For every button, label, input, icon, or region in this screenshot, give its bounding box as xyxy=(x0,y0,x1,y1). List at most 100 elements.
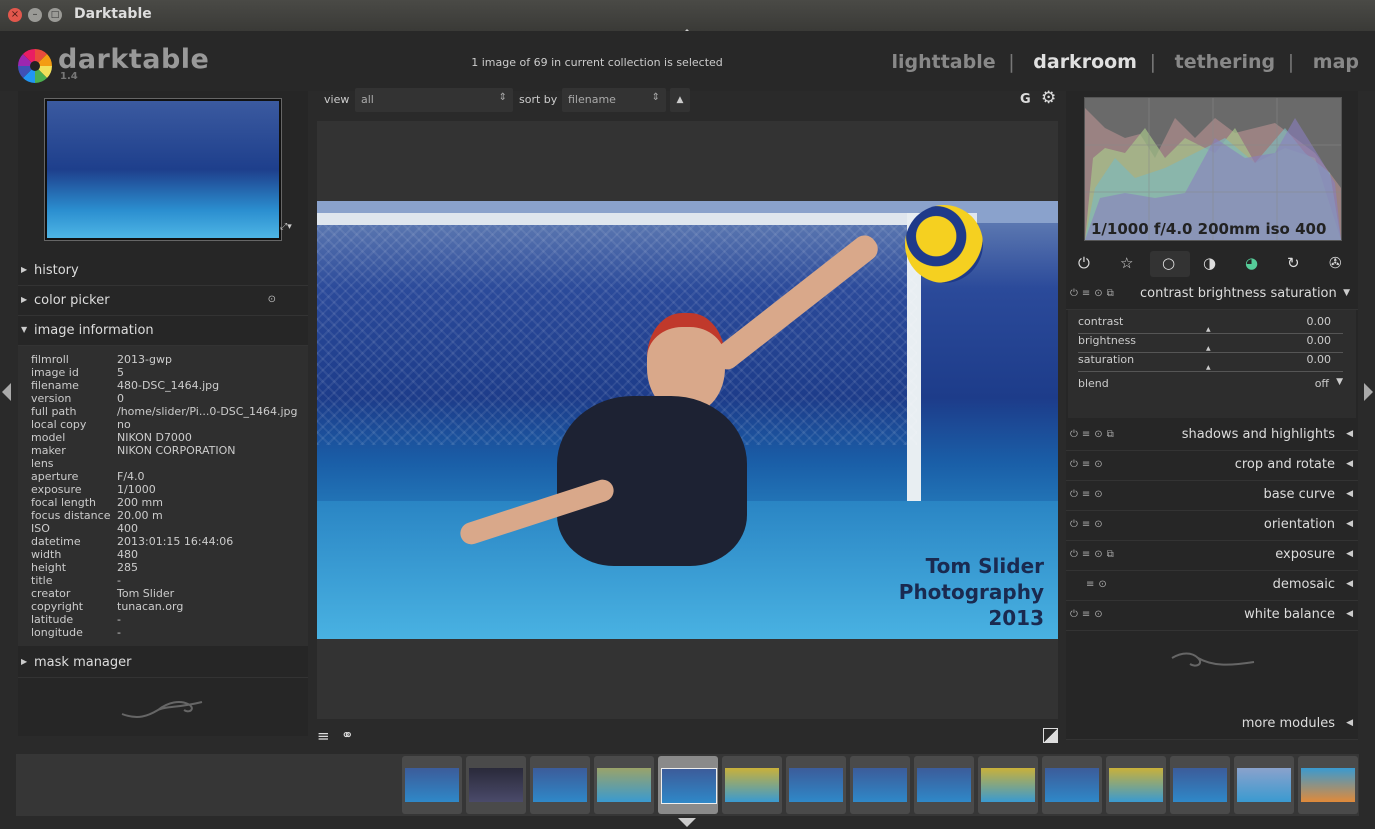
filmstrip-thumbnail[interactable] xyxy=(1298,756,1358,814)
image-info-key: aperture xyxy=(31,470,79,483)
ornament-icon xyxy=(1168,648,1258,676)
collection-status: 1 image of 69 in current collection is s… xyxy=(471,56,723,69)
image-info-value: - xyxy=(117,574,121,587)
slider-contrast[interactable]: contrast ▲ 0.00 xyxy=(1078,315,1343,334)
main-image[interactable]: Tom Slider Photography 2013 xyxy=(317,201,1058,639)
image-info-row: lens xyxy=(31,457,117,470)
module-controls-icon[interactable]: ⏻≡⊙⧉ xyxy=(1070,288,1118,299)
expand-arrow-icon: ▶ xyxy=(21,657,28,666)
collapse-left-arrow-icon[interactable] xyxy=(2,383,11,401)
module-controls-icon[interactable]: ⏻≡⊙ xyxy=(1070,519,1107,530)
section-color-picker[interactable]: ▶ color picker ⊙ xyxy=(18,287,308,316)
more-modules-button[interactable]: more modules ◀ xyxy=(1066,710,1358,740)
section-label: history xyxy=(34,263,79,278)
image-info-row: filename 480-DSC_1464.jpg xyxy=(31,379,219,392)
basic-group-circle-icon[interactable]: ○ xyxy=(1150,251,1190,277)
section-history[interactable]: ▶ history xyxy=(18,257,308,286)
filmstrip-thumbnail[interactable] xyxy=(850,756,910,814)
slider-saturation[interactable]: saturation ▲ 0.00 xyxy=(1078,353,1343,372)
image-info-key: version xyxy=(31,392,72,405)
image-info-value: 285 xyxy=(117,561,138,574)
sort-by-select[interactable]: filename ⇕ xyxy=(562,88,666,112)
collapse-right-arrow-icon[interactable] xyxy=(1364,383,1373,401)
active-modules-power-icon[interactable]: ⏻ xyxy=(1078,254,1090,272)
filmstrip-thumbnail[interactable] xyxy=(1042,756,1102,814)
tone-group-half-circle-icon[interactable]: ◑ xyxy=(1203,254,1216,272)
filmstrip-thumbnail[interactable] xyxy=(1106,756,1166,814)
slider-brightness[interactable]: brightness ▲ 0.00 xyxy=(1078,334,1343,353)
histogram-exif-info: 1/1000 f/4.0 200mm iso 400 xyxy=(1091,220,1327,238)
color-group-color-wheel-icon[interactable]: ◕ xyxy=(1245,254,1258,272)
filmstrip-thumbnail[interactable] xyxy=(466,756,526,814)
correct-group-rotate-icon[interactable]: ↻ xyxy=(1287,254,1300,272)
section-image-information[interactable]: ▼ image information xyxy=(18,317,308,346)
favorites-star-icon[interactable]: ☆ xyxy=(1120,254,1133,272)
maximize-window-button[interactable]: □ xyxy=(48,8,62,22)
filmstrip-thumbnail[interactable] xyxy=(722,756,782,814)
image-info-value: F/4.0 xyxy=(117,470,145,483)
minimize-window-button[interactable]: – xyxy=(28,8,42,22)
color-picker-toggle-icon[interactable]: ⊙ xyxy=(268,294,276,305)
view-darkroom[interactable]: darkroom xyxy=(1033,51,1137,73)
module-name: contrast brightness saturation xyxy=(1140,286,1337,301)
view-filter-select[interactable]: all ⇕ xyxy=(355,88,513,112)
module-controls-icon[interactable]: ⏻≡⊙⧉ xyxy=(1070,549,1118,560)
zoom-dropdown-icon[interactable]: ⤢▾ xyxy=(280,222,292,232)
filmstrip-thumbnail-selected[interactable] xyxy=(658,756,718,814)
collapse-arrow-icon: ▼ xyxy=(1343,288,1350,298)
module-controls-icon[interactable]: ⏻≡⊙⧉ xyxy=(1070,429,1118,440)
styles-icon[interactable]: ⚭ xyxy=(341,726,354,744)
select-arrows-icon: ⇕ xyxy=(498,92,507,103)
module-orientation[interactable]: ⏻≡⊙ orientation ◀ xyxy=(1066,511,1358,541)
preferences-gear-icon[interactable]: ⚙ xyxy=(1041,88,1056,108)
view-tethering[interactable]: tethering xyxy=(1175,51,1275,73)
image-info-key: title xyxy=(31,574,53,587)
menu-icon[interactable]: ≡ xyxy=(317,727,330,745)
left-panel: ⤢▾ ▶ history ▶ color picker ⊙ ▼ image in… xyxy=(18,91,308,736)
expand-arrow-icon: ▶ xyxy=(21,265,28,274)
filmstrip-thumbnail[interactable] xyxy=(978,756,1038,814)
module-controls-icon[interactable]: ⏻≡⊙ xyxy=(1070,489,1107,500)
module-shadows-and-highlights[interactable]: ⏻≡⊙⧉ shadows and highlights ◀ xyxy=(1066,421,1358,451)
filmstrip-thumbnail[interactable] xyxy=(594,756,654,814)
overexposure-toggle-icon[interactable] xyxy=(1043,728,1058,743)
image-info-value: 480 xyxy=(117,548,138,561)
module-crop-and-rotate[interactable]: ⏻≡⊙ crop and rotate ◀ xyxy=(1066,451,1358,481)
filmstrip-thumbnail[interactable] xyxy=(1234,756,1294,814)
module-controls-icon[interactable]: ⏻≡⊙ xyxy=(1070,459,1107,470)
view-map[interactable]: map xyxy=(1313,51,1359,73)
filmstrip-thumbnail[interactable] xyxy=(402,756,462,814)
filmstrip-thumbnail[interactable] xyxy=(786,756,846,814)
image-info-value: tunacan.org xyxy=(117,600,184,613)
module-white-balance[interactable]: ⏻≡⊙ white balance ◀ xyxy=(1066,601,1358,631)
grouping-button[interactable]: G xyxy=(1020,92,1031,107)
filmstrip-thumbnail[interactable] xyxy=(1170,756,1230,814)
close-window-button[interactable]: × xyxy=(8,8,22,22)
filmstrip-thumbnail[interactable] xyxy=(914,756,974,814)
effects-group-film-icon[interactable]: ✇ xyxy=(1329,254,1342,272)
sort-direction-button[interactable]: ▲ xyxy=(670,88,690,112)
module-base-curve[interactable]: ⏻≡⊙ base curve ◀ xyxy=(1066,481,1358,511)
header: darktable 1.4 1 image of 69 in current c… xyxy=(0,31,1375,91)
ornament-icon xyxy=(118,696,208,724)
image-info-row: model NIKON D7000 xyxy=(31,431,192,444)
filmstrip-thumbnail[interactable] xyxy=(530,756,590,814)
image-info-value: NIKON CORPORATION xyxy=(117,444,236,457)
view-lighttable[interactable]: lighttable xyxy=(891,51,995,73)
module-controls-icon[interactable]: ⏻≡⊙ xyxy=(1070,609,1107,620)
right-panel: 1/1000 f/4.0 200mm iso 400 ⏻ ☆ ○ ◑ ◕ ↻ ✇… xyxy=(1066,91,1358,740)
image-info-key: image id xyxy=(31,366,79,379)
blend-mode-select[interactable]: blend off ▼ xyxy=(1078,377,1343,390)
module-demosaic[interactable]: ≡⊙ demosaic ◀ xyxy=(1066,571,1358,601)
image-info-key: creator xyxy=(31,587,71,600)
section-mask-manager[interactable]: ▶ mask manager xyxy=(18,649,308,678)
image-info-value: - xyxy=(117,613,121,626)
histogram[interactable]: 1/1000 f/4.0 200mm iso 400 xyxy=(1084,97,1342,241)
image-info-key: full path xyxy=(31,405,77,418)
collapse-bottom-arrow-icon[interactable] xyxy=(678,818,696,827)
navigation-preview[interactable] xyxy=(44,98,282,241)
image-info-row: aperture F/4.0 xyxy=(31,470,145,483)
module-exposure[interactable]: ⏻≡⊙⧉ exposure ◀ xyxy=(1066,541,1358,571)
module-contrast-brightness-saturation[interactable]: ⏻≡⊙⧉ contrast brightness saturation ▼ xyxy=(1066,280,1358,310)
module-controls-icon[interactable]: ≡⊙ xyxy=(1086,579,1111,590)
